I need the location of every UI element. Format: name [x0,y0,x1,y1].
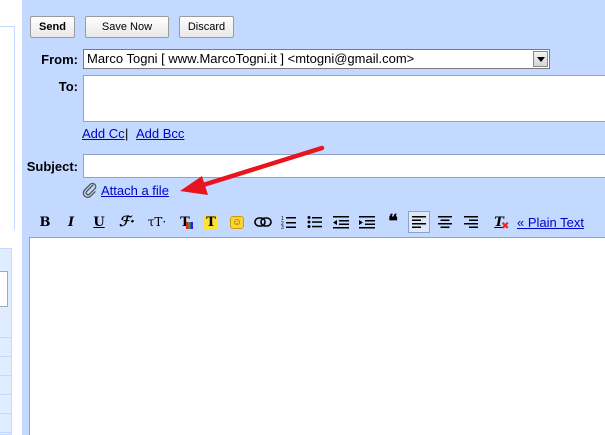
italic-glyph: I [67,214,75,230]
indent-less-glyph [333,216,349,229]
subject-label: Subject: [26,159,78,174]
sidebar-list-lines [0,319,12,435]
highlight-color-icon[interactable]: T [200,211,222,233]
align-right-icon[interactable] [460,211,482,233]
sidebar-input-partial[interactable] [0,271,8,307]
bold-glyph: B [39,214,51,230]
indent-more-icon[interactable] [356,211,378,233]
message-body-editor[interactable] [29,237,605,435]
align-left-icon[interactable] [408,211,430,233]
link-separator: | [125,126,129,141]
add-cc-link[interactable]: Add Cc [82,126,125,141]
color-swatch [186,222,193,229]
from-select[interactable]: Marco Togni [ www.MarcoTogni.it ] <mtogn… [83,49,550,69]
font-icon[interactable]: ℱ· [114,211,140,233]
remove-formatting-icon[interactable]: T ✖ [488,211,510,233]
paperclip-icon [82,182,97,198]
from-select-value: Marco Togni [ www.MarcoTogni.it ] <mtogn… [87,51,415,66]
red-x-icon: ✖ [501,221,510,232]
add-bcc-link[interactable]: Add Bcc [136,126,184,141]
dropdown-arrow-icon[interactable] [533,51,548,67]
numbered-list-glyph: 123 [281,216,296,229]
quote-icon[interactable]: ❝ [382,211,404,233]
to-label: To: [58,79,78,94]
underline-glyph: U [93,214,105,230]
align-left-glyph [412,216,426,228]
bulleted-list-icon[interactable] [304,211,326,233]
quote-glyph: ❝ [388,211,398,232]
svg-text:3: 3 [281,225,284,229]
font-size-icon[interactable]: τT· [142,211,172,233]
font-glyph: ℱ· [119,214,135,230]
sidebar-panel-top [0,26,15,230]
send-button[interactable]: Send [30,16,75,38]
text-color-icon[interactable]: T [174,211,196,233]
link-icon[interactable] [252,211,274,233]
from-label: From: [41,52,78,67]
sidebar-panel-bottom [0,248,12,435]
align-right-glyph [464,216,478,228]
indent-less-icon[interactable] [330,211,352,233]
smiley-glyph: ☺ [230,215,244,229]
underline-icon[interactable]: U [88,211,110,233]
highlight-glyph: T [204,214,218,230]
indent-more-glyph [359,216,375,229]
bold-icon[interactable]: B [34,211,56,233]
align-center-glyph [438,216,452,228]
align-center-icon[interactable] [434,211,456,233]
compose-panel: Send Save Now Discard From: Marco Togni … [22,0,605,435]
subject-input[interactable] [83,154,605,178]
smiley-icon[interactable]: ☺ [226,211,248,233]
plain-text-link[interactable]: « Plain Text [517,215,584,230]
link-glyph [254,217,272,227]
font-size-glyph: τT· [147,215,167,229]
numbered-list-icon[interactable]: 123 [278,211,300,233]
italic-icon[interactable]: I [60,211,82,233]
discard-button[interactable]: Discard [179,16,234,38]
to-input[interactable] [83,75,605,122]
bulleted-list-glyph [307,216,322,228]
attach-file-link[interactable]: Attach a file [101,183,169,198]
annotation-arrow [180,145,325,195]
save-now-button[interactable]: Save Now [85,16,169,38]
left-sidebar-partial [0,0,22,435]
